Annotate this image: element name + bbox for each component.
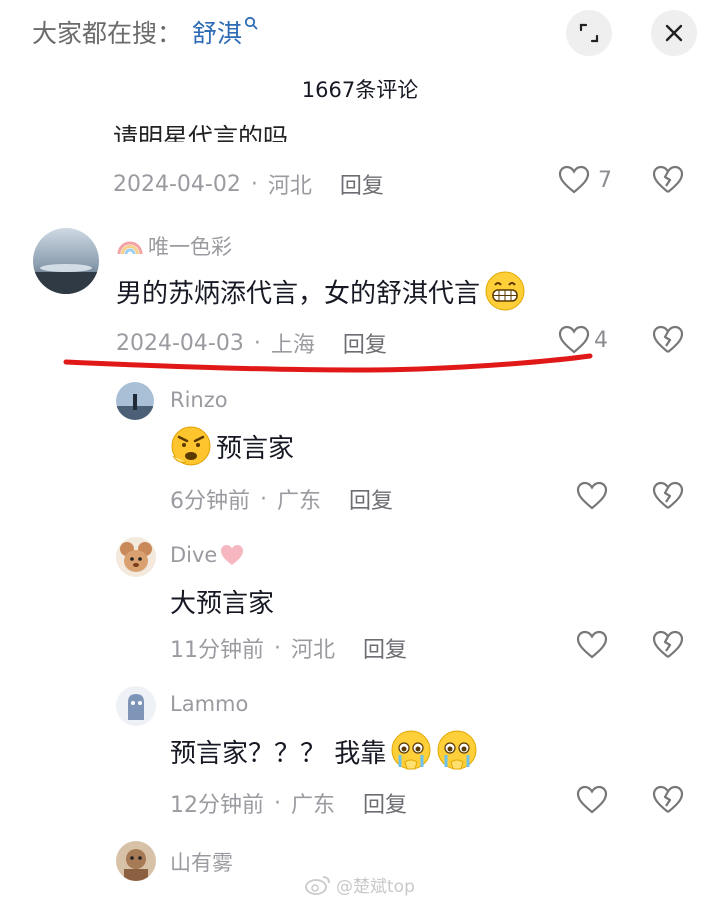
avatar[interactable] bbox=[116, 686, 156, 726]
reply-author[interactable]: Rinzo bbox=[170, 388, 228, 412]
comment-date: 2024-04-02 bbox=[113, 171, 241, 197]
meta-separator: · bbox=[253, 330, 261, 356]
close-icon bbox=[665, 24, 683, 42]
reply-meta: 12分钟前 · 广东 回复 bbox=[170, 787, 407, 819]
angry-emoji bbox=[171, 426, 211, 466]
avatar[interactable] bbox=[116, 841, 156, 881]
heart-icon[interactable] bbox=[576, 481, 608, 511]
reply-meta: 6分钟前 · 广东 回复 bbox=[170, 483, 393, 515]
watermark-text: @楚斌top bbox=[336, 877, 415, 897]
author-name: Rinzo bbox=[170, 388, 228, 412]
comment-location: 上海 bbox=[270, 333, 315, 358]
reply-text-content: 预言家？？？ 我靠 bbox=[170, 738, 387, 769]
reply-location: 广东 bbox=[277, 489, 322, 514]
reply-author[interactable]: Lammo bbox=[170, 692, 248, 716]
comment-text: 请明星代言的吗 bbox=[113, 123, 289, 142]
heart-icon bbox=[558, 325, 590, 354]
reply-location: 河北 bbox=[291, 638, 336, 663]
reply-author[interactable]: 山有雾 bbox=[170, 847, 233, 877]
meta-separator: · bbox=[274, 790, 281, 816]
search-prefix: 大家都在搜： bbox=[32, 19, 183, 48]
like-button[interactable]: 7 bbox=[558, 165, 612, 195]
comment-meta: 2024-04-02 · 河北 回复 bbox=[113, 168, 384, 200]
author-name: 山有雾 bbox=[170, 851, 233, 875]
reply-text: 预言家？？？ 我靠 bbox=[170, 729, 480, 773]
meta-separator: · bbox=[274, 635, 281, 661]
reply-time: 12分钟前 bbox=[170, 793, 264, 818]
broken-heart-icon[interactable] bbox=[652, 785, 684, 815]
like-count: 7 bbox=[598, 167, 612, 193]
author-name: 唯一色彩 bbox=[148, 235, 232, 259]
comment-text: 男的苏炳添代言，女的舒淇代言 bbox=[116, 270, 528, 312]
heart-icon[interactable] bbox=[576, 785, 608, 815]
comment-meta: 2024-04-03 · 上海 回复 bbox=[116, 327, 387, 359]
teary-emoji bbox=[437, 730, 477, 770]
comment-date: 2024-04-03 bbox=[116, 330, 244, 356]
reply-text: 大预言家 bbox=[170, 583, 274, 620]
heart-icon[interactable] bbox=[576, 630, 608, 660]
pink-heart-icon bbox=[221, 545, 244, 565]
comment-text-content: 男的苏炳添代言，女的舒淇代言 bbox=[116, 278, 481, 309]
reply-text-content: 大预言家 bbox=[170, 589, 275, 619]
teary-emoji bbox=[391, 730, 431, 770]
avatar[interactable] bbox=[116, 382, 154, 420]
avatar[interactable] bbox=[116, 537, 156, 577]
like-count: 4 bbox=[594, 327, 608, 353]
reply-button[interactable]: 回复 bbox=[363, 787, 407, 819]
author-name: Lammo bbox=[170, 692, 249, 716]
rainbow-icon bbox=[117, 241, 143, 255]
expand-button[interactable] bbox=[566, 10, 612, 56]
reply-button[interactable]: 回复 bbox=[340, 168, 384, 200]
comment-count: 1667条评论 bbox=[301, 78, 419, 102]
reply-meta: 11分钟前 · 河北 回复 bbox=[170, 632, 407, 664]
reply-location: 广东 bbox=[291, 793, 336, 818]
meta-separator: · bbox=[260, 486, 267, 512]
watermark: @楚斌top bbox=[304, 872, 415, 897]
like-button[interactable]: 4 bbox=[558, 325, 608, 355]
grin-emoji bbox=[485, 271, 525, 311]
reply-author[interactable]: Dive bbox=[170, 543, 245, 567]
top-bar: 大家都在搜： 舒淇 bbox=[0, 0, 720, 66]
search-icon bbox=[244, 15, 258, 34]
heart-icon bbox=[558, 165, 590, 194]
broken-heart-icon[interactable] bbox=[652, 481, 684, 511]
close-button[interactable] bbox=[651, 10, 697, 56]
reply-text-content: 预言家 bbox=[216, 433, 295, 464]
comment-location: 河北 bbox=[267, 174, 312, 199]
reply-time: 6分钟前 bbox=[170, 489, 250, 514]
author-name: Dive bbox=[170, 543, 218, 567]
reply-button[interactable]: 回复 bbox=[343, 327, 387, 359]
broken-heart-icon[interactable] bbox=[652, 630, 684, 660]
weibo-icon bbox=[305, 875, 330, 895]
avatar[interactable] bbox=[33, 228, 99, 294]
search-keyword[interactable]: 舒淇 bbox=[192, 14, 242, 50]
reply-text: 预言家 bbox=[168, 424, 294, 468]
reply-time: 11分钟前 bbox=[170, 638, 264, 663]
broken-heart-icon[interactable] bbox=[652, 165, 684, 195]
comment-author[interactable]: 唯一色彩 bbox=[116, 231, 232, 261]
reply-button[interactable]: 回复 bbox=[349, 483, 393, 515]
broken-heart-icon[interactable] bbox=[652, 325, 684, 355]
reply-button[interactable]: 回复 bbox=[363, 632, 407, 664]
expand-icon bbox=[579, 23, 599, 43]
search-suggestion[interactable]: 大家都在搜： 舒淇 bbox=[32, 14, 258, 50]
meta-separator: · bbox=[250, 171, 258, 197]
